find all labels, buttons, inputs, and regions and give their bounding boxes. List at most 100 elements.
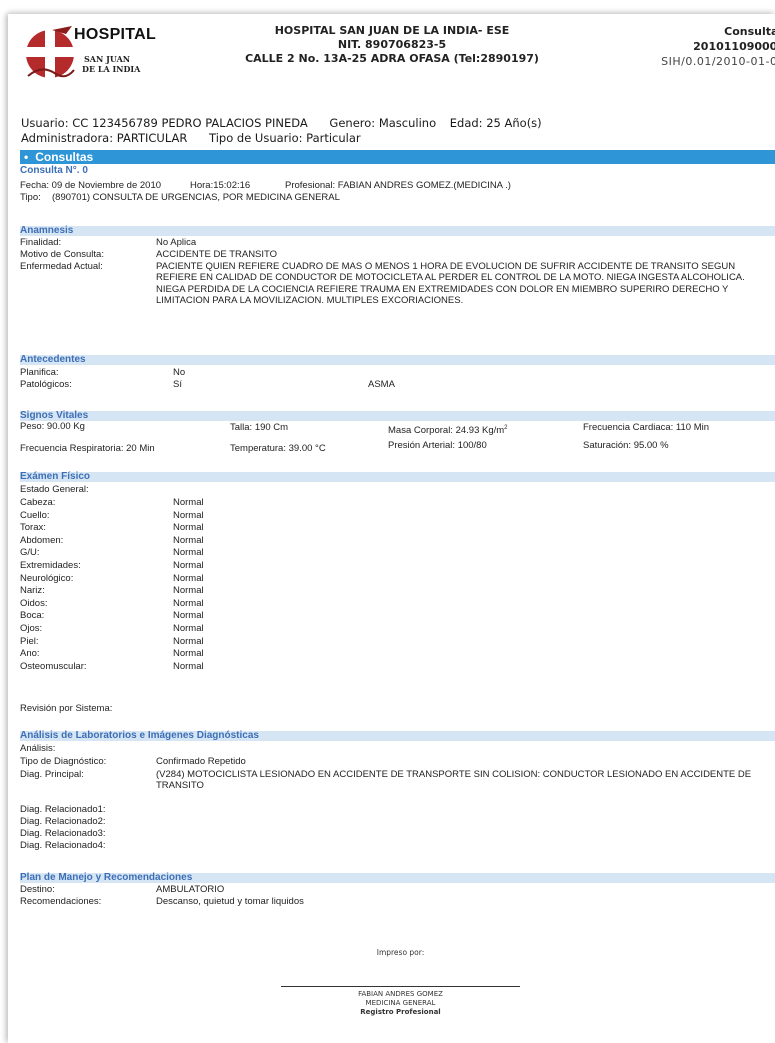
signos-masa-text: Masa Corporal: 24.93 Kg/m xyxy=(388,425,505,436)
diag-relacionado1-label: Diag. Relacionado1: xyxy=(20,804,106,815)
exam-item-label: Nariz: xyxy=(20,585,45,597)
examen-heading: Exámen Físico xyxy=(20,472,775,482)
signos-peso: Peso: 90.00 Kg xyxy=(20,421,85,432)
hospital-logo: HOSPITAL SAN JUAN DE LA INDIA xyxy=(18,20,178,90)
cross-emblem-icon xyxy=(26,26,75,80)
logo-hospital-text: HOSPITAL xyxy=(74,26,157,43)
logo-de-la-india-text: DE LA INDIA xyxy=(82,64,141,74)
exam-item-label: Oidos: xyxy=(20,597,48,609)
signos-talla: Talla: 190 Cm xyxy=(230,422,289,433)
exam-item-label: Abdomen: xyxy=(20,534,64,546)
signos-temp: Temperatura: 39.00 °C xyxy=(230,443,326,454)
diag-principal-value: (V284) MOTOCICLISTA LESIONADO EN ACCIDEN… xyxy=(156,769,752,792)
hospital-address: CALLE 2 No. 13A-25 ADRA OFASA (Tel:28901… xyxy=(245,52,539,65)
exam-item-value: Normal xyxy=(173,547,204,559)
hospital-nit: NIT. 890706823-5 xyxy=(337,38,447,51)
consultas-bar: • Consultas xyxy=(20,150,775,164)
antecedentes-heading: Antecedentes xyxy=(20,355,775,365)
exam-item-label: Torax: xyxy=(20,522,46,534)
patologicos-detail: ASMA xyxy=(368,379,395,390)
analisis-label: Análisis: xyxy=(20,743,56,754)
exam-item-label: Ojos: xyxy=(20,623,43,634)
exam-item-label: Piel: xyxy=(20,635,39,647)
document-code: SIH/0.01/2010-01-01 xyxy=(661,55,775,68)
finalidad-label: Finalidad: xyxy=(20,237,62,248)
planifica-label: Planifica: xyxy=(20,367,59,378)
estado-general-label: Estado General: xyxy=(20,484,89,495)
exam-item-value: Normal xyxy=(173,660,204,672)
exam-item-value: Normal xyxy=(173,648,204,660)
motivo-value: ACCIDENTE DE TRANSITO xyxy=(156,249,278,260)
exam-item-value: Normal xyxy=(173,597,204,609)
diag-relacionado4-label: Diag. Relacionado4: xyxy=(20,840,106,851)
patient-administradora: Administradora: PARTICULAR xyxy=(21,131,188,145)
tipo-diagnostico-label: Tipo de Diagnóstico: xyxy=(20,756,107,767)
signos-presion: Presión Arterial: 100/80 xyxy=(388,440,487,451)
hospital-header: HOSPITAL SAN JUAN DE LA INDIA- ESE NIT. … xyxy=(222,24,562,66)
patient-tipo-usuario: Tipo de Usuario: Particular xyxy=(209,131,361,145)
consulta-hora: Hora:15:02:16 xyxy=(190,180,251,191)
signos-saturacion: Saturación: 95.00 % xyxy=(583,440,669,451)
diag-relacionado2-label: Diag. Relacionado2: xyxy=(20,816,106,827)
signature-line xyxy=(281,986,520,987)
exam-item-value: Normal xyxy=(173,522,204,534)
exam-item-value: Normal xyxy=(173,497,204,508)
consulta-heading: Consulta N°. 0 xyxy=(20,165,88,176)
consulta-tipo-value: (890701) CONSULTA DE URGENCIAS, POR MEDI… xyxy=(52,192,340,203)
patient-usuario: Usuario: CC 123456789 PEDRO PALACIOS PIN… xyxy=(21,116,308,130)
exam-item-value: Normal xyxy=(173,635,204,647)
finalidad-value: No Aplica xyxy=(156,237,197,248)
recomendaciones-label: Recomendaciones: xyxy=(20,896,102,907)
exam-item-label: Cuello: xyxy=(20,509,50,521)
signos-masa-sup: 2 xyxy=(504,424,508,431)
exam-item-label: Neurológico: xyxy=(20,572,74,584)
bullet-icon: • xyxy=(24,150,29,164)
diag-principal-label: Diag. Principal: xyxy=(20,769,84,780)
patient-genero: Genero: Masculino xyxy=(329,116,437,130)
hospital-name: HOSPITAL SAN JUAN DE LA INDIA- ESE xyxy=(274,24,510,37)
exam-item-label: Cabeza: xyxy=(20,497,56,508)
patologicos-label: Patológicos: xyxy=(20,379,72,390)
exam-item-value: Normal xyxy=(173,534,204,546)
consulta-fecha: Fecha: 09 de Noviembre de 2010 xyxy=(20,180,162,191)
document-title: Consultas xyxy=(724,25,775,38)
consultas-bar-label: Consultas xyxy=(35,150,94,164)
exam-item-label: G/U: xyxy=(20,547,40,559)
signos-masa: Masa Corporal: 24.93 Kg/m2 xyxy=(388,425,508,436)
enfermedad-value: PACIENTE QUIEN REFIERE CUADRO DE MAS O M… xyxy=(156,261,745,306)
motivo-label: Motivo de Consulta: xyxy=(20,249,104,260)
consulta-profesional: Profesional: FABIAN ANDRES GOMEZ.(MEDICI… xyxy=(285,180,511,191)
recomendaciones-value: Descanso, quietud y tomar liquidos xyxy=(156,896,304,907)
exam-item-value: Normal xyxy=(173,610,204,622)
exam-item-label: Boca: xyxy=(20,610,45,622)
exam-item-label: Osteomuscular: xyxy=(20,660,87,672)
document-meta: Consultas 201011090001 SIH/0.01/2010-01-… xyxy=(600,24,775,69)
exam-item-value: Normal xyxy=(173,585,204,597)
analisis-heading: Análisis de Laboratorios e Imágenes Diag… xyxy=(20,731,775,741)
planifica-value: No xyxy=(173,367,186,378)
patient-info: Usuario: CC 123456789 PEDRO PALACIOS PIN… xyxy=(21,116,542,146)
anamnesis-heading: Anamnesis xyxy=(20,226,775,236)
exam-item-value: Normal xyxy=(173,509,204,521)
document-number: 201011090001 xyxy=(693,40,775,53)
tipo-diagnostico-value: Confirmado Repetido xyxy=(156,756,246,767)
enfermedad-label: Enfermedad Actual: xyxy=(20,261,103,272)
destino-label: Destino: xyxy=(20,884,55,895)
patient-edad: Edad: 25 Año(s) xyxy=(449,116,542,130)
signos-fc: Frecuencia Cardiaca: 110 Min xyxy=(583,422,710,433)
patologicos-value: Sí xyxy=(173,379,182,390)
exam-item-label: Ano: xyxy=(20,648,40,660)
impreso-por: Impreso por: xyxy=(376,948,425,957)
consulta-tipo-label: Tipo: xyxy=(20,192,41,203)
destino-value: AMBULATORIO xyxy=(156,884,225,895)
exam-item-value: Normal xyxy=(173,572,204,584)
signer-registro: Registro Profesional xyxy=(360,1008,441,1016)
signos-fr: Frecuencia Respiratoria: 20 Min xyxy=(20,443,155,454)
exam-item-value: Normal xyxy=(173,560,204,571)
revision-label: Revisión por Sistema: xyxy=(20,703,113,714)
exam-item-label: Extremidades: xyxy=(20,560,81,571)
diag-relacionado3-label: Diag. Relacionado3: xyxy=(20,828,106,839)
exam-item-value: Normal xyxy=(173,623,204,634)
signos-heading: Signos Vitales xyxy=(20,411,775,421)
logo-san-juan-text: SAN JUAN xyxy=(84,54,131,64)
